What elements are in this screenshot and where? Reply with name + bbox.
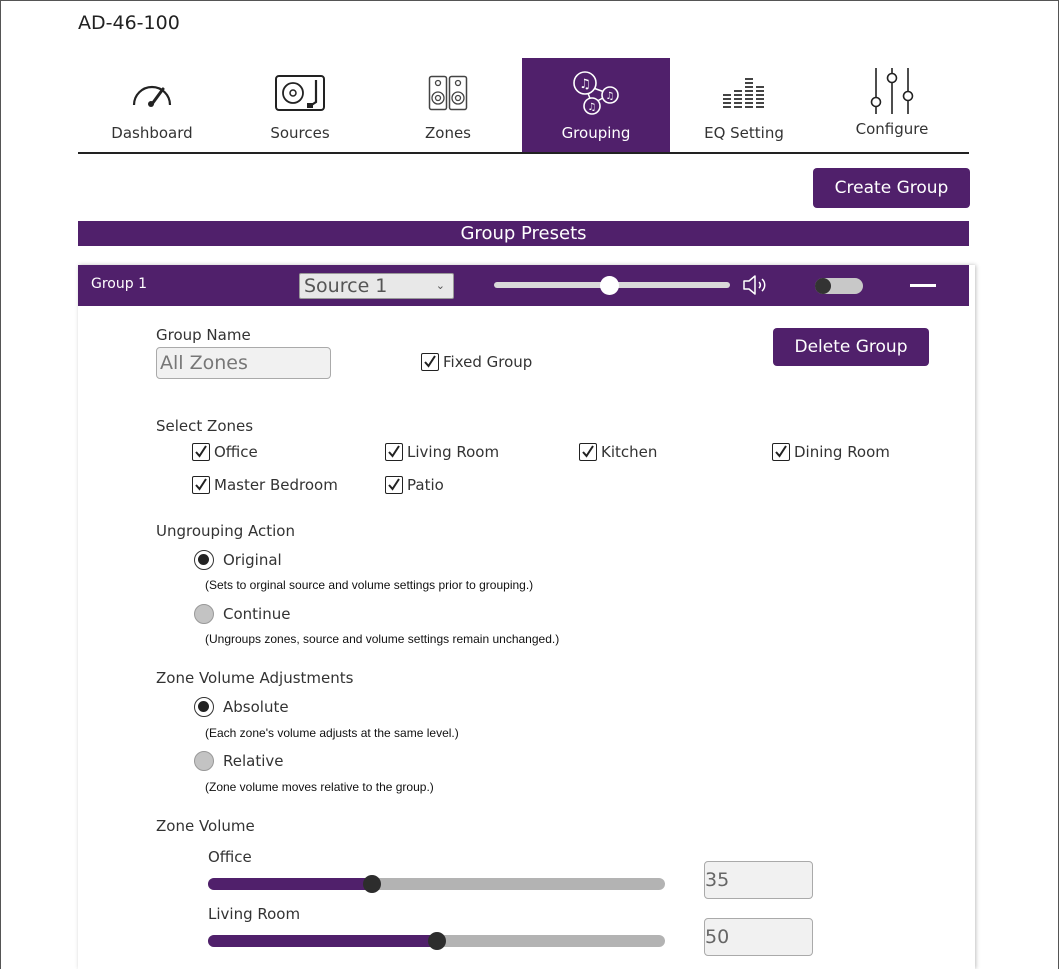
checkmark-icon <box>579 443 597 461</box>
zone-volume-input-office[interactable]: 35 <box>704 861 813 899</box>
group-name-input[interactable]: All Zones <box>156 347 331 379</box>
zone-volume-thumb-living-room[interactable] <box>428 932 446 950</box>
zone-volume-slider-office[interactable] <box>208 878 665 890</box>
group-volume-thumb[interactable] <box>600 276 619 295</box>
delete-group-button[interactable]: Delete Group <box>773 328 929 366</box>
create-group-button[interactable]: Create Group <box>813 168 970 208</box>
radio-relative[interactable]: Relative <box>194 751 284 771</box>
zone-volume-fill <box>208 878 371 890</box>
checkmark-icon <box>421 353 439 371</box>
tab-grouping[interactable]: ♫ ♫ ♫ Grouping <box>522 58 670 152</box>
tab-label: Configure <box>855 120 929 138</box>
checkmark-icon <box>192 443 210 461</box>
group-panel: Group 1 Source 1 ⌄ Group Name All Zones … <box>78 265 975 969</box>
radio-original[interactable]: Original <box>194 550 282 570</box>
radio-note: (Ungroups zones, source and volume setti… <box>205 632 560 646</box>
zone-volume-name: Living Room <box>208 905 301 923</box>
sliders-icon <box>866 66 918 116</box>
radio-label: Absolute <box>223 698 289 716</box>
radio-label: Relative <box>223 752 284 770</box>
ungrouping-action-label: Ungrouping Action <box>156 522 295 540</box>
zone-label: Office <box>214 443 258 461</box>
radio-note: (Zone volume moves relative to the group… <box>205 780 434 794</box>
group-enable-toggle-knob <box>815 278 831 294</box>
zone-volume-input-living-room[interactable]: 50 <box>704 918 813 956</box>
collapse-icon[interactable] <box>910 284 936 287</box>
group-name-label: Group Name <box>156 326 251 344</box>
zone-volume-thumb-office[interactable] <box>363 875 381 893</box>
tab-label: Dashboard <box>111 124 193 142</box>
tab-label: EQ Setting <box>704 124 784 142</box>
fixed-group-checkbox[interactable]: Fixed Group <box>421 353 532 371</box>
turntable-icon <box>274 70 326 116</box>
music-group-icon: ♫ ♫ ♫ <box>570 70 622 116</box>
zone-checkbox-living-room[interactable]: Living Room <box>385 443 499 461</box>
zone-checkbox-dining-room[interactable]: Dining Room <box>772 443 890 461</box>
select-zones-label: Select Zones <box>156 417 254 435</box>
zone-volume-label: Zone Volume <box>156 817 255 835</box>
svg-text:♫: ♫ <box>606 91 615 102</box>
zone-label: Dining Room <box>794 443 890 461</box>
checkmark-icon <box>772 443 790 461</box>
equalizer-icon <box>721 70 767 116</box>
checkmark-icon <box>385 443 403 461</box>
speakers-icon <box>428 70 468 116</box>
tab-label: Sources <box>270 124 330 142</box>
radio-unselected-icon <box>194 604 214 624</box>
device-title: AD-46-100 <box>78 12 180 34</box>
zone-checkbox-kitchen[interactable]: Kitchen <box>579 443 657 461</box>
tab-eq-setting[interactable]: EQ Setting <box>670 58 818 152</box>
svg-text:♫: ♫ <box>579 77 591 92</box>
zone-volume-adjustments-label: Zone Volume Adjustments <box>156 669 354 687</box>
tab-sources[interactable]: Sources <box>226 58 374 152</box>
radio-note: (Sets to orginal source and volume setti… <box>205 578 534 592</box>
radio-selected-icon <box>194 550 214 570</box>
zone-checkbox-patio[interactable]: Patio <box>385 476 444 494</box>
tab-configure[interactable]: Configure <box>818 58 966 152</box>
zone-volume-name: Office <box>208 848 252 866</box>
radio-note: (Each zone's volume adjusts at the same … <box>205 726 459 740</box>
radio-unselected-icon <box>194 751 214 771</box>
checkmark-icon <box>385 476 403 494</box>
radio-absolute[interactable]: Absolute <box>194 697 289 717</box>
gauge-icon <box>130 70 174 116</box>
zone-label: Living Room <box>407 443 500 461</box>
radio-label: Continue <box>223 605 291 623</box>
fixed-group-label: Fixed Group <box>443 353 533 371</box>
zone-checkbox-office[interactable]: Office <box>192 443 258 461</box>
radio-label: Original <box>223 551 282 569</box>
zone-checkbox-master-bedroom[interactable]: Master Bedroom <box>192 476 338 494</box>
tab-zones[interactable]: Zones <box>374 58 522 152</box>
zone-label: Master Bedroom <box>214 476 338 494</box>
radio-selected-icon <box>194 697 214 717</box>
source-select[interactable]: Source 1 ⌄ <box>299 273 454 299</box>
group-header: Group 1 Source 1 ⌄ <box>78 265 969 306</box>
chevron-down-icon: ⌄ <box>435 279 445 292</box>
checkmark-icon <box>192 476 210 494</box>
speaker-icon <box>741 274 771 300</box>
tab-label: Zones <box>424 124 471 142</box>
svg-text:♫: ♫ <box>588 102 597 113</box>
zone-label: Patio <box>407 476 444 494</box>
source-select-value: Source 1 <box>304 275 388 297</box>
group-presets-header: Group Presets <box>78 221 969 246</box>
zone-volume-fill <box>208 935 436 947</box>
radio-continue[interactable]: Continue <box>194 604 290 624</box>
main-nav: Dashboard Sources Zones ♫ ♫ ♫ Grouping E… <box>78 58 969 154</box>
tab-dashboard[interactable]: Dashboard <box>78 58 226 152</box>
group-label: Group 1 <box>91 276 147 292</box>
zone-label: Kitchen <box>601 443 658 461</box>
tab-label: Grouping <box>561 124 631 142</box>
